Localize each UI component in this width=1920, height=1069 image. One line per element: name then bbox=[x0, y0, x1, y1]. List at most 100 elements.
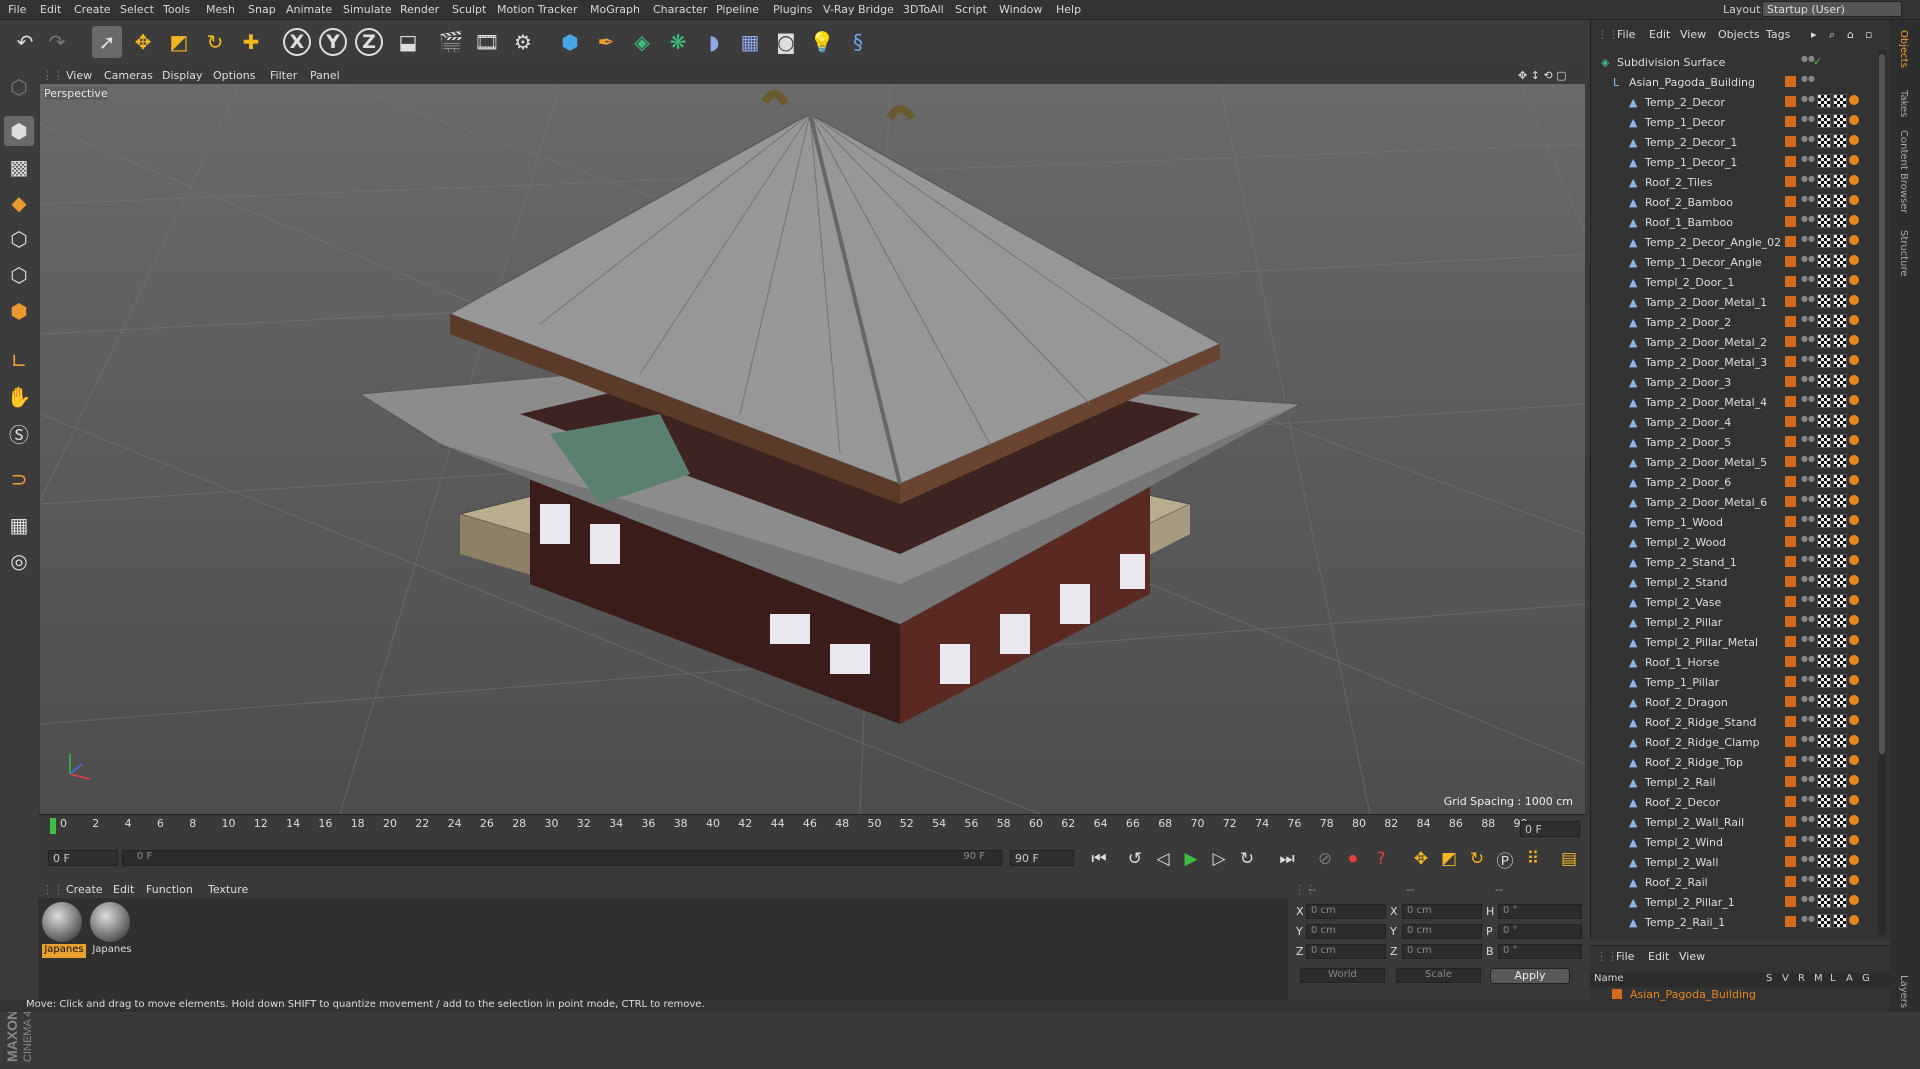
phong-tag-icon[interactable] bbox=[1849, 135, 1859, 145]
phong-tag-icon[interactable] bbox=[1849, 895, 1859, 905]
texture-tag-icon[interactable] bbox=[1817, 654, 1831, 668]
phong-tag-icon[interactable] bbox=[1849, 175, 1859, 185]
object-name[interactable]: Templ_2_Wind bbox=[1645, 836, 1723, 849]
menu-help[interactable]: Help bbox=[1056, 3, 1081, 16]
visibility-dots[interactable]: ●● bbox=[1801, 855, 1815, 868]
layer-color-swatch[interactable] bbox=[1785, 736, 1796, 747]
object-row[interactable]: ▲ Temp_1_Decor_1 ●● bbox=[1591, 152, 1876, 172]
object-row[interactable]: ◈ Subdivision Surface ●● ✓ bbox=[1591, 52, 1876, 72]
object-scroll-thumb[interactable] bbox=[1879, 54, 1885, 754]
material-tag-icon[interactable] bbox=[1833, 374, 1847, 388]
phong-tag-icon[interactable] bbox=[1849, 595, 1859, 605]
magnet-icon[interactable]: ⊃ bbox=[4, 464, 34, 494]
texture-tag-icon[interactable] bbox=[1817, 634, 1831, 648]
object-row[interactable]: ▲ Tamp_2_Door_6 ●● bbox=[1591, 472, 1876, 492]
phong-tag-icon[interactable] bbox=[1849, 635, 1859, 645]
texture-tag-icon[interactable] bbox=[1817, 394, 1831, 408]
coord-value-field[interactable]: 0 ° bbox=[1498, 904, 1582, 919]
coord-value-field[interactable]: 0 ° bbox=[1498, 924, 1582, 939]
attr-col-g[interactable]: G bbox=[1862, 973, 1870, 984]
layer-color-swatch[interactable] bbox=[1785, 676, 1796, 687]
phong-tag-icon[interactable] bbox=[1849, 355, 1859, 365]
layer-color-swatch[interactable] bbox=[1785, 896, 1796, 907]
phong-tag-icon[interactable] bbox=[1849, 535, 1859, 545]
texture-tag-icon[interactable] bbox=[1817, 434, 1831, 448]
object-row[interactable]: ▲ Roof_2_Rail ●● bbox=[1591, 872, 1876, 892]
object-name[interactable]: Templ_2_Vase bbox=[1645, 596, 1721, 609]
object-row[interactable]: ▲ Roof_2_Ridge_Top ●● bbox=[1591, 752, 1876, 772]
object-row[interactable]: ▲ Templ_2_Stand ●● bbox=[1591, 572, 1876, 592]
material-tag-icon[interactable] bbox=[1833, 594, 1847, 608]
menu-mograph[interactable]: MoGraph bbox=[590, 3, 640, 16]
object-row[interactable]: ▲ Roof_2_Bamboo ●● bbox=[1591, 192, 1876, 212]
phong-tag-icon[interactable] bbox=[1849, 655, 1859, 665]
material-tag-icon[interactable] bbox=[1833, 574, 1847, 588]
phong-tag-icon[interactable] bbox=[1849, 695, 1859, 705]
phong-tag-icon[interactable] bbox=[1849, 555, 1859, 565]
phong-tag-icon[interactable] bbox=[1849, 915, 1859, 925]
object-name[interactable]: Temp_2_Rail_1 bbox=[1645, 916, 1725, 929]
next-key-icon[interactable]: ↻ bbox=[1234, 846, 1260, 872]
texture-tag-icon[interactable] bbox=[1817, 854, 1831, 868]
object-name[interactable]: Temp_1_Decor_Angle bbox=[1645, 256, 1762, 269]
object-name[interactable]: Asian_Pagoda_Building bbox=[1629, 76, 1755, 89]
layer-color-swatch[interactable] bbox=[1785, 596, 1796, 607]
x-axis-icon[interactable]: X bbox=[283, 28, 311, 56]
material-tag-icon[interactable] bbox=[1833, 314, 1847, 328]
timeline-ruler[interactable]: 0 2 4 6 8 10 12 14 16 18 20 22 24 26 28 30 32 34 36 38 40 42 4… bbox=[38, 814, 1585, 842]
material-tag-icon[interactable] bbox=[1833, 754, 1847, 768]
texture-tag-icon[interactable] bbox=[1817, 234, 1831, 248]
object-row[interactable]: ▲ Templ_2_Rail ●● bbox=[1591, 772, 1876, 792]
enabled-check-icon[interactable]: ✓ bbox=[1813, 55, 1822, 68]
coord-value-field[interactable]: 0 cm bbox=[1306, 904, 1386, 919]
layer-color-swatch[interactable] bbox=[1785, 316, 1796, 327]
object-row[interactable]: ▲ Roof_2_Tiles ●● bbox=[1591, 172, 1876, 192]
obj-menu-tags[interactable]: Tags bbox=[1766, 28, 1790, 41]
attr-col-l[interactable]: L bbox=[1830, 973, 1836, 984]
attr-col-m[interactable]: M bbox=[1814, 973, 1823, 984]
phong-tag-icon[interactable] bbox=[1849, 715, 1859, 725]
texture-tag-icon[interactable] bbox=[1817, 314, 1831, 328]
visibility-dots[interactable]: ●● bbox=[1801, 195, 1815, 208]
visibility-dots[interactable]: ●● bbox=[1801, 715, 1815, 728]
layer-color-swatch[interactable] bbox=[1785, 216, 1796, 227]
coord-value-field[interactable]: 0 ° bbox=[1498, 944, 1582, 959]
visibility-dots[interactable]: ●● bbox=[1801, 55, 1815, 68]
menu-mesh[interactable]: Mesh bbox=[206, 3, 235, 16]
record-icon[interactable]: ⏺ bbox=[1340, 846, 1366, 872]
layer-color-swatch[interactable] bbox=[1785, 116, 1796, 127]
object-row[interactable]: ▲ Temp_2_Decor_Angle_02 ●● bbox=[1591, 232, 1876, 252]
menu-tools[interactable]: Tools bbox=[163, 3, 190, 16]
texture-tag-icon[interactable] bbox=[1817, 874, 1831, 888]
menu-edit[interactable]: Edit bbox=[40, 3, 61, 16]
material-tag-icon[interactable] bbox=[1833, 474, 1847, 488]
camera-icon[interactable]: ◙ bbox=[771, 26, 801, 58]
layer-color-swatch[interactable] bbox=[1785, 876, 1796, 887]
menu-3dtoall[interactable]: 3DToAll bbox=[903, 3, 944, 16]
visibility-dots[interactable]: ●● bbox=[1801, 615, 1815, 628]
menu-render[interactable]: Render bbox=[400, 3, 439, 16]
phong-tag-icon[interactable] bbox=[1849, 95, 1859, 105]
material-tag-icon[interactable] bbox=[1833, 394, 1847, 408]
visibility-dots[interactable]: ●● bbox=[1801, 515, 1815, 528]
object-row[interactable]: ▲ Tamp_2_Door_Metal_3 ●● bbox=[1591, 352, 1876, 372]
go-to-start-icon[interactable]: ⏮ bbox=[1086, 846, 1112, 872]
visibility-dots[interactable]: ●● bbox=[1801, 635, 1815, 648]
material-tag-icon[interactable] bbox=[1833, 914, 1847, 928]
visibility-dots[interactable]: ●● bbox=[1801, 915, 1815, 928]
phong-tag-icon[interactable] bbox=[1849, 435, 1859, 445]
layer-color-swatch[interactable] bbox=[1785, 336, 1796, 347]
material-tag-icon[interactable] bbox=[1833, 274, 1847, 288]
layer-color-swatch[interactable] bbox=[1785, 436, 1796, 447]
material-tag-icon[interactable] bbox=[1833, 614, 1847, 628]
scale-dropdown[interactable]: Scale bbox=[1396, 968, 1481, 983]
material-tag-icon[interactable] bbox=[1833, 814, 1847, 828]
object-name[interactable]: Temp_1_Decor_1 bbox=[1645, 156, 1737, 169]
object-name[interactable]: Temp_1_Decor bbox=[1645, 116, 1725, 129]
material-tag-icon[interactable] bbox=[1833, 734, 1847, 748]
obj-menu-more-icon[interactable]: ▸ bbox=[1811, 28, 1817, 41]
menu-create[interactable]: Create bbox=[74, 3, 111, 16]
texture-tag-icon[interactable] bbox=[1817, 894, 1831, 908]
coord-system-icon[interactable]: ⬓ bbox=[393, 26, 423, 58]
viewport-nav-icons[interactable]: ✥ ↕ ⟲ ▢ bbox=[1518, 69, 1567, 82]
